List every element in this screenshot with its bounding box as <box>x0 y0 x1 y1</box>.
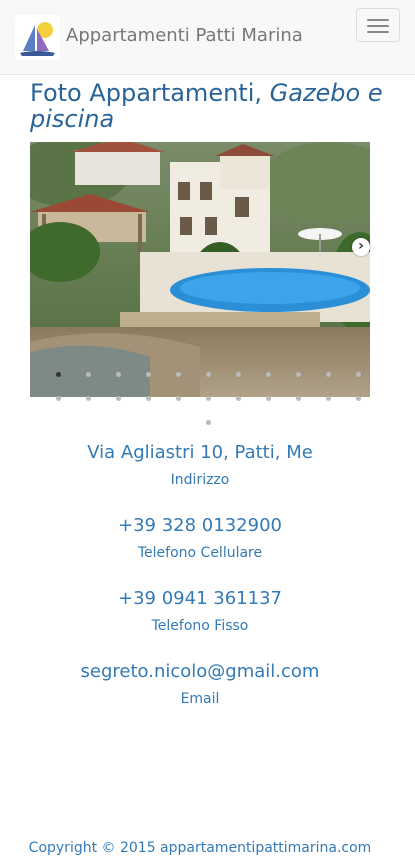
address-label: Indirizzo <box>170 472 230 488</box>
carousel-indicator-dot[interactable] <box>266 372 271 377</box>
carousel-indicator-dot[interactable] <box>56 396 61 401</box>
carousel-indicator-dot[interactable] <box>206 372 211 377</box>
landline-phone-link[interactable]: +39 0941 361137 <box>0 588 400 610</box>
carousel-indicator-dot[interactable] <box>56 372 61 377</box>
menu-bar <box>367 31 389 33</box>
footer-copyright: Copyright © 2015 appartamentipattimarina… <box>28 840 372 856</box>
carousel-indicator-dot[interactable] <box>146 372 151 377</box>
contact-landline: +39 0941 361137 Telefono Fisso <box>0 588 400 635</box>
carousel-indicator-dot[interactable] <box>146 396 151 401</box>
email-link[interactable]: segreto.nicolo@gmail.com <box>0 661 400 683</box>
landline-phone-label: Telefono Fisso <box>151 618 249 634</box>
carousel-slide-image <box>30 142 370 397</box>
carousel-indicator-dot[interactable] <box>206 396 211 401</box>
contact-email: segreto.nicolo@gmail.com Email <box>0 661 400 708</box>
navbar: Appartamenti Patti Marina <box>0 0 415 75</box>
carousel-indicator-dot[interactable] <box>116 372 121 377</box>
carousel-indicator-dot[interactable] <box>356 396 361 401</box>
carousel-indicator-dot[interactable] <box>86 396 91 401</box>
carousel-indicator-dot[interactable] <box>236 396 241 401</box>
carousel-indicator-dot[interactable] <box>86 372 91 377</box>
hamburger-menu-button[interactable] <box>356 8 400 42</box>
gallery-title-main: Foto Appartamenti, <box>30 79 262 107</box>
carousel-indicator-dot[interactable] <box>326 396 331 401</box>
carousel-indicator-dot[interactable] <box>176 372 181 377</box>
sailboat-logo-icon[interactable] <box>15 15 60 60</box>
gallery-title: Foto Appartamenti, Gazebo e piscina <box>30 80 385 132</box>
menu-bar <box>367 25 389 27</box>
photo-carousel[interactable] <box>30 142 370 397</box>
brand-title[interactable]: Appartamenti Patti Marina <box>66 25 303 47</box>
mobile-phone-label: Telefono Cellulare <box>137 545 263 561</box>
menu-bar <box>367 19 389 21</box>
carousel-indicator-dot[interactable] <box>176 396 181 401</box>
carousel-indicator-dot[interactable] <box>296 396 301 401</box>
carousel-indicator-dot[interactable] <box>236 372 241 377</box>
mobile-phone-link[interactable]: +39 328 0132900 <box>0 515 400 537</box>
email-label: Email <box>180 691 220 707</box>
carousel-indicator-dot[interactable] <box>206 420 211 425</box>
carousel-indicator-dot[interactable] <box>326 372 331 377</box>
carousel-indicator-dot[interactable] <box>356 372 361 377</box>
address-link[interactable]: Via Agliastri 10, Patti, Me <box>0 442 400 464</box>
carousel-indicator-dot[interactable] <box>296 372 301 377</box>
contact-address: Via Agliastri 10, Patti, Me Indirizzo <box>0 442 400 489</box>
carousel-indicator-dot[interactable] <box>266 396 271 401</box>
contact-mobile: +39 328 0132900 Telefono Cellulare <box>0 515 400 562</box>
chevron-right-icon[interactable]: › <box>352 238 370 256</box>
carousel-indicator-dot[interactable] <box>116 396 121 401</box>
